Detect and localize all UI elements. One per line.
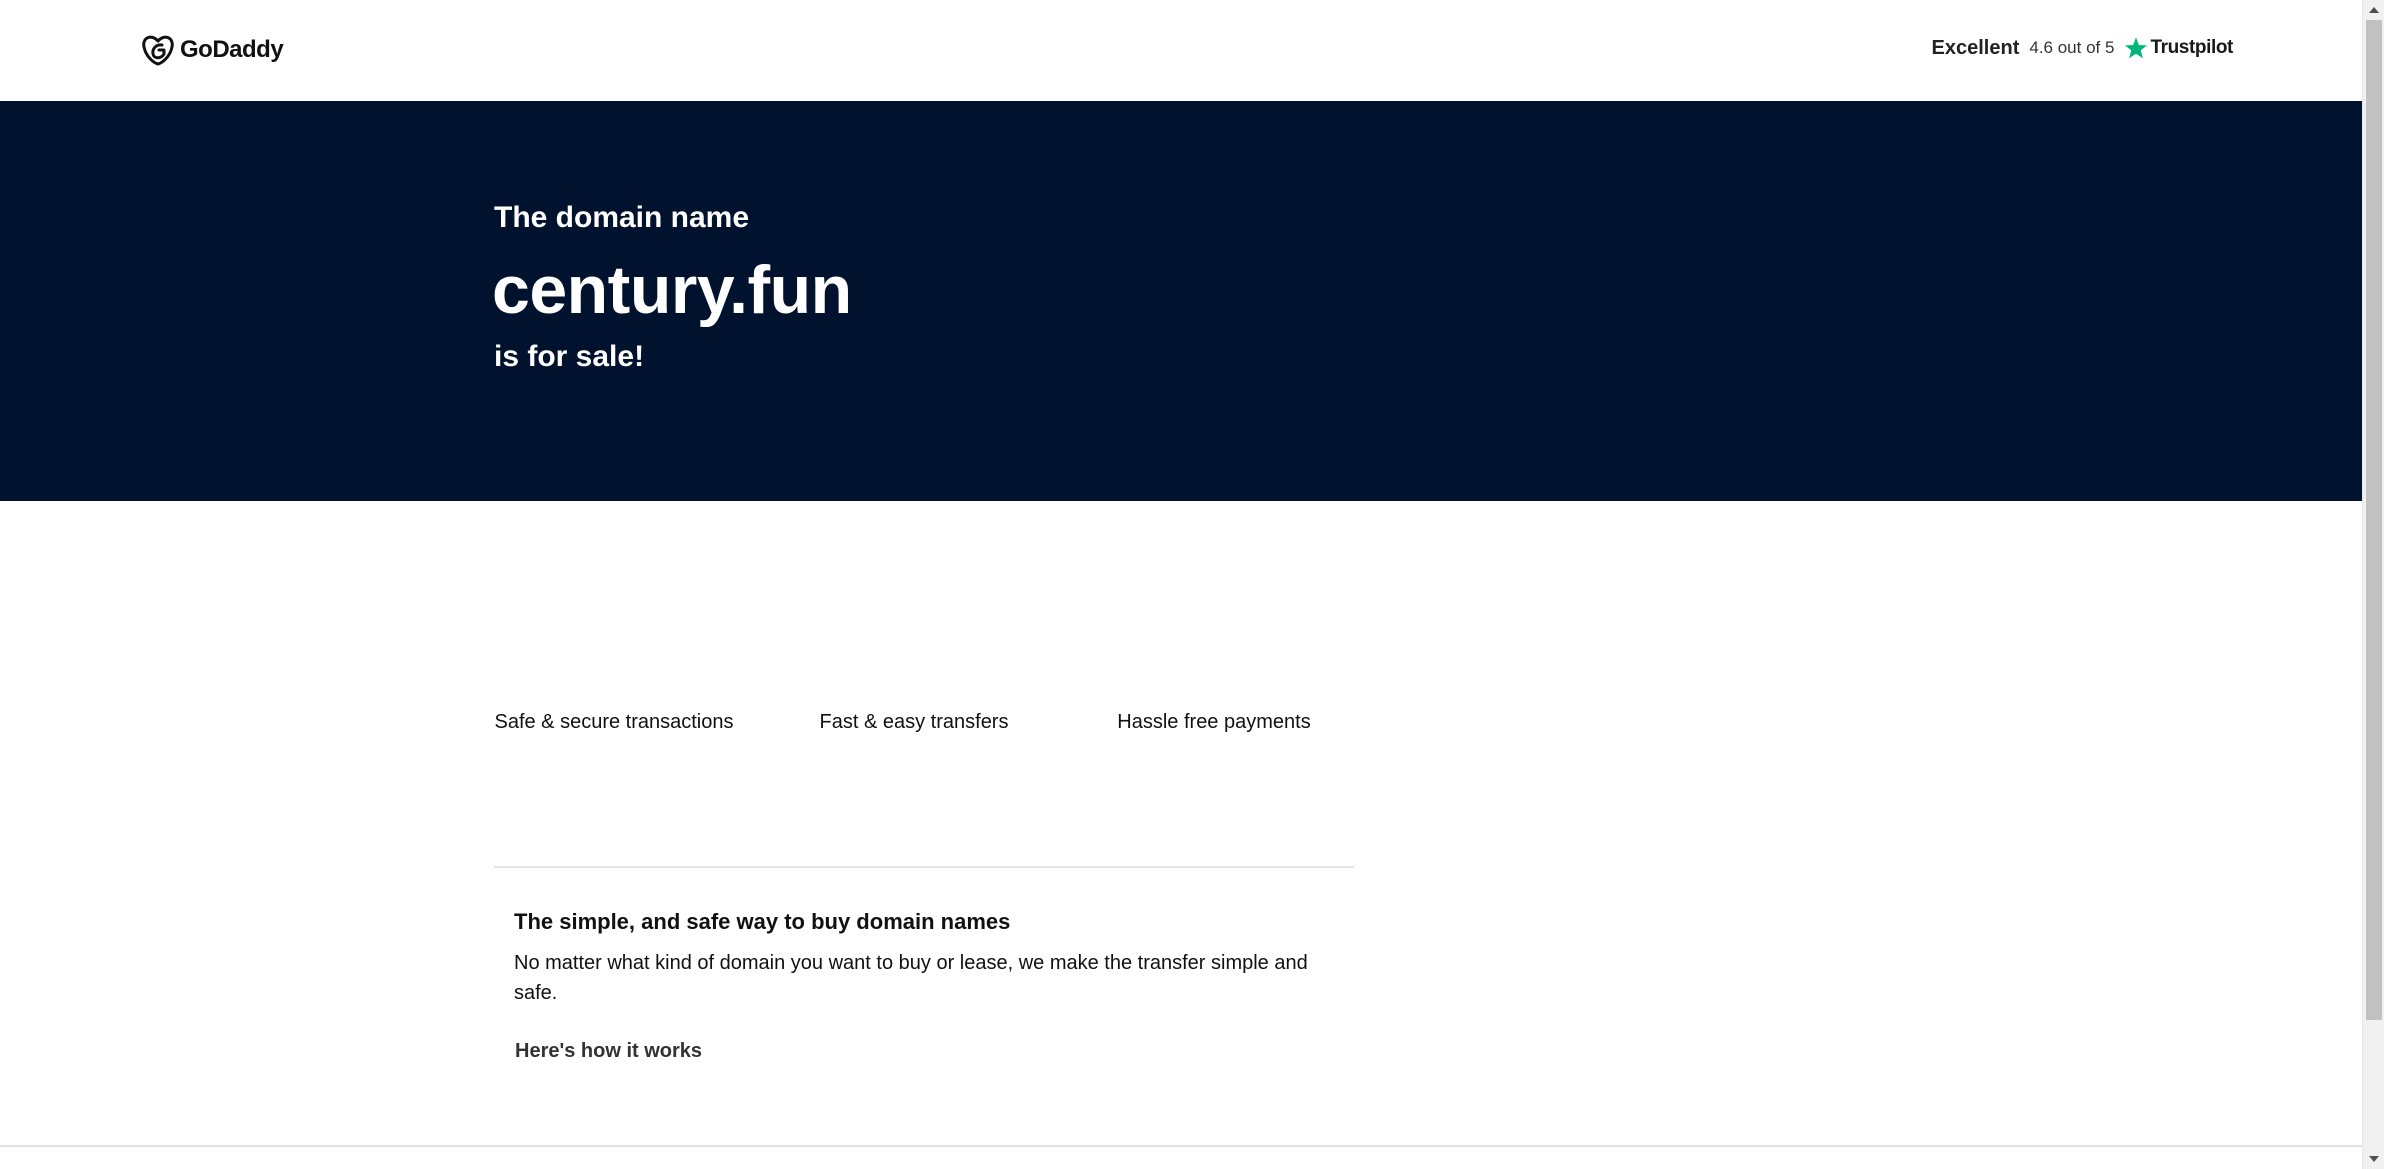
for-sale-text: is for sale! [494, 340, 645, 373]
scroll-down-button[interactable] [2363, 1149, 2384, 1169]
site-header: GoDaddy Excellent 4.6 out of 5 Trustpilo… [0, 0, 2362, 101]
scroll-up-button[interactable] [2363, 0, 2384, 20]
hero-banner: The domain name century.fun is for sale! [0, 101, 2362, 501]
trustpilot-widget[interactable]: Excellent 4.6 out of 5 Trustpilot [1931, 36, 2234, 60]
trustpilot-score: 4.6 out of 5 [2029, 38, 2115, 57]
trustpilot-rating-word: Excellent [1931, 36, 2020, 59]
page: GoDaddy Excellent 4.6 out of 5 Trustpilo… [0, 0, 2362, 1169]
star-icon [2125, 37, 2148, 59]
hero-kicker: The domain name [494, 201, 750, 234]
scrollbar-thumb[interactable] [2366, 20, 2382, 1020]
trustpilot-brand: Trustpilot [2150, 37, 2233, 58]
info-body: No matter what kind of domain you want t… [514, 952, 1308, 1004]
bottom-divider [0, 1145, 2362, 1147]
features-row: Safe & secure transactions Fast & easy t… [494, 707, 1354, 777]
info-title: The simple, and safe way to buy domain n… [514, 909, 1011, 934]
arrow-down-icon [2369, 1156, 2379, 1162]
domain-name-heading: century.fun [492, 252, 852, 328]
godaddy-logo-icon [142, 35, 174, 66]
feature-fast-transfers: Fast & easy transfers [819, 711, 1009, 733]
section-divider [494, 866, 1354, 868]
vertical-scrollbar[interactable] [2362, 0, 2384, 1169]
arrow-up-icon [2369, 7, 2379, 13]
feature-hassle-free: Hassle free payments [1117, 711, 1311, 733]
logo-text: GoDaddy [180, 36, 284, 63]
feature-safe-secure: Safe & secure transactions [494, 711, 734, 733]
how-it-works-link[interactable]: Here's how it works [515, 1040, 702, 1063]
godaddy-logo[interactable]: GoDaddy [140, 32, 284, 68]
